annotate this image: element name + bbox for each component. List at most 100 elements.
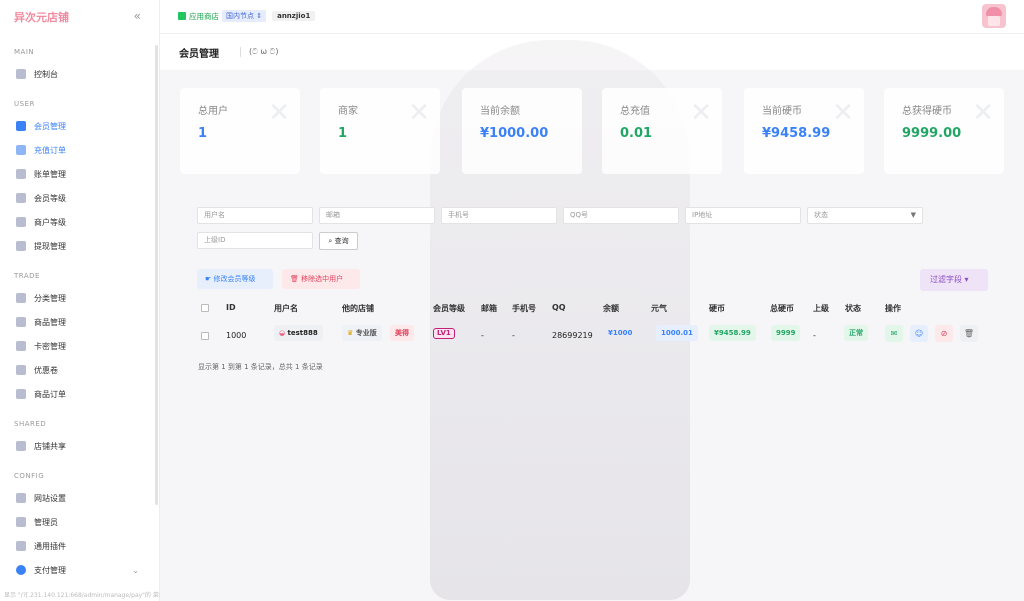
username-chip[interactable]: ◒ test888 (274, 325, 323, 341)
qq-input[interactable]: QQ号 (563, 207, 679, 224)
ip-input[interactable]: IP地址 (685, 207, 801, 224)
sidebar-item-label: 分类管理 (34, 293, 66, 303)
page-title: 会员管理 (179, 49, 219, 60)
username-input[interactable]: 用户名 (197, 207, 313, 224)
bill-icon (16, 169, 26, 179)
stat-value: 9999.00 (902, 126, 962, 141)
shop-name-badge[interactable]: 美得 (390, 325, 414, 341)
sidebar-item-site-settings[interactable]: 网站设置 (0, 486, 159, 510)
edit-user-button[interactable]: ☺ (910, 325, 928, 342)
cell-id: 1000 (226, 331, 247, 340)
parent-id-input[interactable]: 上级ID (197, 232, 313, 249)
collapse-sidebar-icon[interactable]: « (134, 9, 141, 23)
sidebar-item-admins[interactable]: 管理员 (0, 510, 159, 534)
stat-deco-icon: ✕ (690, 98, 712, 128)
ban-icon: ⊘ (940, 329, 948, 338)
shop-plan-text: 专业版 (355, 329, 377, 337)
section-shared: SHARED (14, 420, 47, 428)
sidebar-item-recharge[interactable]: 充值订单 (0, 138, 159, 162)
sidebar-item-label: 网站设置 (34, 493, 66, 503)
col-total-coin[interactable]: 总硬币 (770, 303, 794, 314)
col-level[interactable]: 会员等级 (433, 303, 465, 314)
sidebar-item-member-level[interactable]: 会员等级 (0, 186, 159, 210)
stat-value: 0.01 (620, 126, 653, 141)
ban-user-button[interactable]: ⊘ (935, 325, 953, 342)
dashboard-icon (16, 69, 26, 79)
col-phone[interactable]: 手机号 (512, 303, 536, 314)
payment-icon (16, 565, 26, 575)
username-chip[interactable]: annzjio1 (272, 11, 316, 21)
recharge-icon (16, 145, 26, 155)
sidebar-item-payment[interactable]: 支付管理 ⌄ (0, 558, 159, 582)
delete-user-button[interactable]: 🗑 (960, 325, 978, 342)
stat-total-coins-earned: 总获得硬币 9999.00 ✕ (884, 88, 1004, 174)
coupon-icon (16, 365, 26, 375)
sidebar-item-products[interactable]: 商品管理 (0, 310, 159, 334)
remove-selected-button[interactable]: 🗑 移除选中用户 (282, 269, 360, 289)
stat-value: 1 (338, 126, 348, 141)
level-badge: LV1 (433, 328, 455, 339)
app-store-link[interactable]: 应用商店 国内节点 ⇕ annzjio1 (178, 10, 316, 22)
col-balance[interactable]: 余额 (603, 303, 619, 314)
col-coin[interactable]: 硬币 (709, 303, 725, 314)
sidebar-item-members[interactable]: 会员管理 (0, 114, 159, 138)
sidebar-item-merchant-level[interactable]: 商户等级 (0, 210, 159, 234)
sidebar-item-plugins[interactable]: 通用插件 (0, 534, 159, 558)
col-qq[interactable]: QQ (552, 303, 566, 312)
sidebar-item-dashboard[interactable]: 控制台 (0, 62, 159, 86)
stat-label: 总用户 (198, 106, 228, 117)
phone-input[interactable]: 手机号 (441, 207, 557, 224)
shop-plan-badge: ♛ 专业版 (342, 325, 382, 341)
sidebar-item-label: 充值订单 (34, 145, 66, 155)
plugin-icon (16, 541, 26, 551)
node-select[interactable]: 国内节点 ⇕ (222, 10, 267, 22)
cell-parent: - (813, 331, 816, 340)
stat-deco-icon: ✕ (832, 98, 854, 128)
merchant-level-icon (16, 217, 26, 227)
row-checkbox[interactable] (201, 332, 209, 340)
pagination-info: 显示第 1 到第 1 条记录，总共 1 条记录 (198, 363, 323, 371)
filter-fields-label: 过滤字段 (930, 275, 962, 284)
sidebar-item-bills[interactable]: 账单管理 (0, 162, 159, 186)
sidebar-item-label: 管理员 (34, 517, 58, 527)
share-icon (16, 441, 26, 451)
sidebar-item-coupons[interactable]: 优惠卷 (0, 358, 159, 382)
sidebar-item-label: 店铺共享 (34, 441, 66, 451)
message-button[interactable]: ✉ (885, 325, 903, 342)
col-vitality[interactable]: 元气 (651, 303, 667, 314)
settings-icon (16, 493, 26, 503)
admin-icon (16, 517, 26, 527)
product-icon (16, 317, 26, 327)
col-shop[interactable]: 他的店铺 (342, 303, 374, 314)
stat-total-users: 总用户 1 ✕ (180, 88, 300, 174)
col-id[interactable]: ID (226, 303, 236, 312)
sidebar-item-label: 通用插件 (34, 541, 66, 551)
avatar[interactable] (982, 4, 1006, 28)
search-button[interactable]: ⌕ 查询 (319, 232, 358, 250)
chevron-down-icon: ⌄ (132, 565, 139, 575)
email-input[interactable]: 邮箱 (319, 207, 435, 224)
sidebar-item-category[interactable]: 分类管理 (0, 286, 159, 310)
sidebar-item-shop-share[interactable]: 店铺共享 (0, 434, 159, 458)
trash-icon: 🗑 (290, 275, 299, 283)
status-select-value: 状态 (814, 211, 828, 219)
sidebar-item-cards[interactable]: 卡密管理 (0, 334, 159, 358)
col-email[interactable]: 邮箱 (481, 303, 497, 314)
coin-badge: ¥9458.99 (709, 325, 756, 341)
col-parent[interactable]: 上级 (813, 303, 829, 314)
cell-email: - (481, 331, 484, 340)
status-select[interactable]: 状态 ▼ (807, 207, 923, 224)
sidebar-item-withdraw[interactable]: 提现管理 (0, 234, 159, 258)
change-level-button[interactable]: ☛ 修改会员等级 (197, 269, 273, 289)
select-all-checkbox[interactable] (201, 304, 209, 312)
sidebar-item-orders[interactable]: 商品订单 (0, 382, 159, 406)
sidebar-scrollbar[interactable] (155, 45, 158, 505)
filter-fields-button[interactable]: 过滤字段 ▾ (920, 269, 988, 291)
col-status[interactable]: 状态 (845, 303, 861, 314)
chevron-down-icon: ▼ (910, 211, 916, 219)
withdraw-icon (16, 241, 26, 251)
user-icon (16, 121, 26, 131)
col-username[interactable]: 用户名 (274, 303, 298, 314)
balance-value: ¥1000 (608, 329, 633, 337)
store-label: 应用商店 (189, 11, 219, 21)
